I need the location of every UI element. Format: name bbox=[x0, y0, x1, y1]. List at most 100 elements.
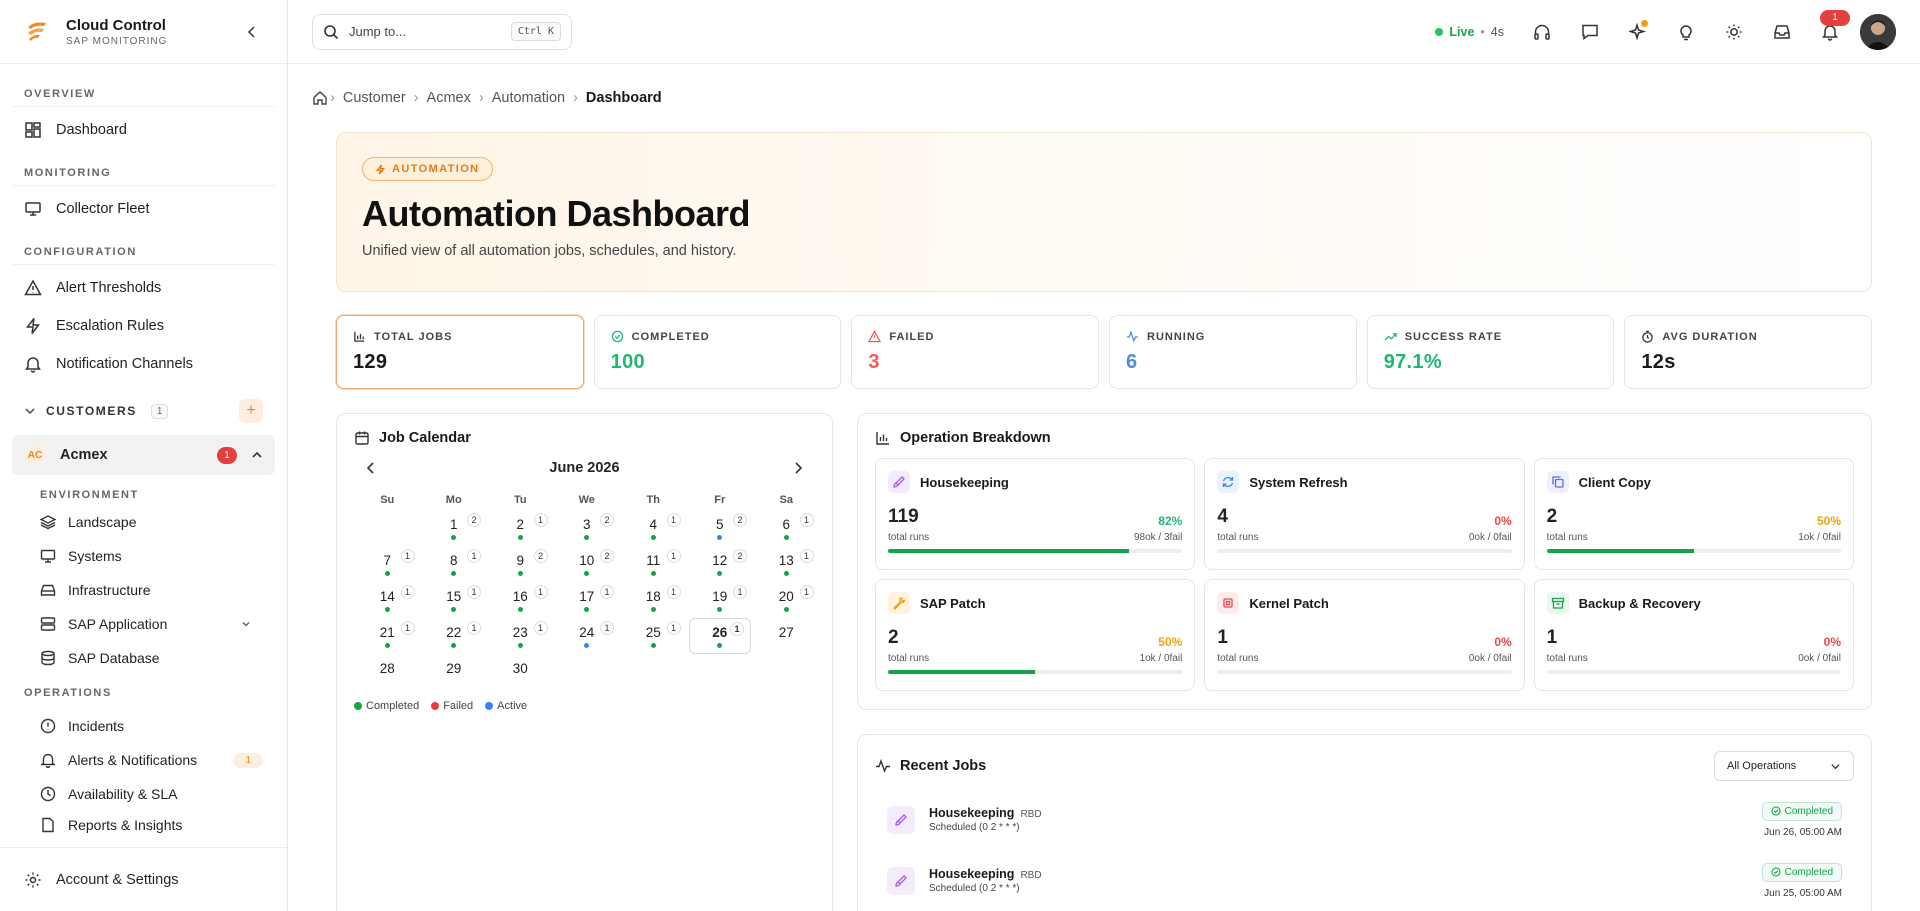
breadcrumb-customer[interactable]: Customer bbox=[343, 90, 406, 106]
inbox-button[interactable] bbox=[1758, 14, 1806, 50]
next-month-button[interactable] bbox=[791, 461, 805, 475]
stat-card-avg-duration[interactable]: AVG DURATION 12s bbox=[1624, 315, 1873, 389]
calendar-day[interactable]: 25 1 bbox=[620, 618, 687, 654]
sidebar-item-reports-insights[interactable]: Reports & Insights bbox=[12, 811, 275, 833]
operation-success-pct: 82% bbox=[1158, 514, 1183, 528]
calendar-day[interactable]: 12 bbox=[421, 510, 488, 546]
calendar-day[interactable]: 23 1 bbox=[487, 618, 554, 654]
job-name: Housekeeping bbox=[929, 806, 1015, 820]
stat-card-running[interactable]: RUNNING 6 bbox=[1109, 315, 1357, 389]
ai-assistant-button[interactable] bbox=[1614, 14, 1662, 50]
brand-name: Cloud Control bbox=[66, 16, 166, 34]
recent-job-row[interactable]: Housekeeping RBD Scheduled (0 2 * * *) Comp… bbox=[875, 842, 1854, 903]
messages-button[interactable] bbox=[1566, 14, 1614, 50]
support-button[interactable] bbox=[1518, 14, 1566, 50]
add-customer-button[interactable]: + bbox=[239, 399, 263, 423]
prev-month-button[interactable] bbox=[364, 461, 378, 475]
calendar-day[interactable]: 41 bbox=[620, 510, 687, 546]
calendar-day[interactable]: 10 2 bbox=[554, 546, 621, 582]
recent-jobs-label: Recent Jobs bbox=[900, 758, 987, 774]
calendar-day[interactable]: 11 1 bbox=[620, 546, 687, 582]
calendar-day[interactable]: 32 bbox=[554, 510, 621, 546]
calendar-day[interactable]: 17 1 bbox=[554, 582, 621, 618]
operation-count: 2 bbox=[1546, 506, 1558, 527]
calendar-day[interactable]: 30 bbox=[487, 654, 554, 690]
calendar-day[interactable]: 16 1 bbox=[487, 582, 554, 618]
calendar-day-today[interactable]: 26 1 bbox=[688, 618, 751, 654]
breadcrumb-automation[interactable]: Automation bbox=[492, 90, 565, 106]
calendar-day[interactable]: 61 bbox=[753, 510, 820, 546]
operation-filter-select[interactable]: All Operations bbox=[1714, 751, 1854, 781]
account-settings-button[interactable]: Account & Settings bbox=[0, 847, 287, 911]
sidebar-item-alert-thresholds[interactable]: Alert Thresholds bbox=[12, 269, 275, 307]
calendar-day[interactable]: 14 1 bbox=[354, 582, 421, 618]
calendar-day[interactable]: 28 bbox=[354, 654, 421, 690]
alerts-count-badge: 1 bbox=[233, 752, 263, 768]
user-avatar[interactable] bbox=[1860, 13, 1896, 50]
operation-card-kernel-patch[interactable]: Kernel Patch 1 0% total runs 0ok / 0fail bbox=[1204, 579, 1525, 691]
breadcrumb-current: Dashboard bbox=[585, 90, 662, 106]
bar-chart-icon bbox=[354, 331, 365, 342]
stat-card-failed[interactable]: FAILED 3 bbox=[851, 315, 1100, 389]
notifications-button[interactable]: 1 bbox=[1806, 9, 1854, 50]
calendar-day[interactable]: 22 1 bbox=[421, 618, 488, 654]
search-input[interactable]: Jump to... Ctrl K bbox=[312, 13, 572, 50]
calendar-day[interactable]: 24 1 bbox=[554, 618, 621, 654]
operation-card-system-refresh[interactable]: System Refresh 4 0% total runs 0ok / 0fail bbox=[1204, 458, 1525, 570]
operation-progress-fill bbox=[888, 549, 1130, 553]
calendar-day[interactable]: 71 bbox=[354, 546, 421, 582]
calendar-job-count: 1 bbox=[533, 621, 548, 635]
calendar-day-number: 19 bbox=[712, 588, 728, 604]
job-system-tag: RBD bbox=[1020, 809, 1042, 820]
sidebar-item-sap-application[interactable]: SAP Application bbox=[12, 607, 275, 641]
calendar-day[interactable]: 27 bbox=[753, 618, 820, 654]
home-icon[interactable] bbox=[312, 90, 328, 106]
sidebar-item-alerts-notifications[interactable]: Alerts & Notifications 1 bbox=[12, 743, 275, 777]
calendar-day[interactable]: 21 1 bbox=[354, 618, 421, 654]
breadcrumb-acmex[interactable]: Acmex bbox=[427, 90, 471, 106]
calendar-day[interactable]: 92 bbox=[487, 546, 554, 582]
customer-item-acmex[interactable]: AC Acmex 1 bbox=[12, 435, 275, 475]
operation-card-housekeeping[interactable]: Housekeeping 119 82% total runs 98ok / 3fail bbox=[875, 458, 1196, 570]
calendar-day[interactable]: 20 1 bbox=[753, 582, 820, 618]
calendar-day[interactable]: 13 1 bbox=[753, 546, 820, 582]
operation-card-backup-recovery[interactable]: Backup & Recovery 1 0% total runs 0ok / 0fai… bbox=[1533, 579, 1854, 691]
recent-job-row[interactable]: Housekeeping RBD Scheduled (0 2 * * *) Comp… bbox=[875, 781, 1854, 842]
theme-toggle-button[interactable] bbox=[1710, 14, 1758, 50]
tips-button[interactable] bbox=[1662, 14, 1710, 50]
calendar-day[interactable]: 19 1 bbox=[687, 582, 754, 618]
collapse-sidebar-button[interactable] bbox=[241, 21, 263, 43]
sidebar-item-collector-fleet[interactable]: Collector Fleet bbox=[12, 190, 275, 228]
calendar-day[interactable]: 21 bbox=[487, 510, 554, 546]
status-dot bbox=[650, 570, 656, 576]
calendar-day[interactable]: 29 bbox=[421, 654, 488, 690]
stat-card-success-rate[interactable]: SUCCESS RATE 97.1% bbox=[1366, 315, 1615, 389]
stat-card-total-jobs[interactable]: TOTAL JOBS 129 bbox=[336, 315, 584, 389]
calendar-day[interactable]: 81 bbox=[421, 546, 488, 582]
sidebar-item-escalation-rules[interactable]: Escalation Rules bbox=[12, 307, 275, 345]
job-status-badge: Completed bbox=[1761, 801, 1842, 821]
calendar-day[interactable]: 52 bbox=[687, 510, 754, 546]
sidebar-item-incidents[interactable]: Incidents bbox=[12, 709, 275, 743]
stat-label-text: FAILED bbox=[889, 330, 935, 343]
operation-grid: Housekeeping 119 82% total runs 98ok / 3fail… bbox=[875, 458, 1854, 691]
weekday-label: Sa bbox=[779, 494, 793, 506]
sidebar-item-infrastructure[interactable]: Infrastructure bbox=[12, 573, 275, 607]
operation-card-client-copy[interactable]: Client Copy 2 50% total runs 1ok / 0fail bbox=[1533, 458, 1854, 570]
calendar-day[interactable]: 15 1 bbox=[421, 582, 488, 618]
sidebar-item-availability-sla[interactable]: Availability & SLA bbox=[12, 777, 275, 811]
sidebar-item-sap-database[interactable]: SAP Database bbox=[12, 641, 275, 675]
calendar-blank bbox=[354, 510, 421, 546]
operation-card-sap-patch[interactable]: SAP Patch 2 50% total runs 1ok / 0fail bbox=[875, 579, 1196, 691]
sidebar-item-landscape[interactable]: Landscape bbox=[12, 505, 275, 539]
sidebar-item-systems[interactable]: Systems bbox=[12, 539, 275, 573]
weekday-header: Su Mo Tu We Th Fr Sa bbox=[354, 494, 815, 506]
calendar-day[interactable]: 12 2 bbox=[687, 546, 754, 582]
sidebar-item-notification-channels[interactable]: Notification Channels bbox=[12, 345, 275, 383]
stat-card-completed[interactable]: COMPLETED 100 bbox=[593, 315, 842, 389]
customers-section-header[interactable]: CUSTOMERS 1 + bbox=[12, 393, 275, 429]
calendar-day[interactable]: 18 1 bbox=[620, 582, 687, 618]
sidebar-item-dashboard[interactable]: Dashboard bbox=[12, 111, 275, 149]
grid-icon bbox=[25, 122, 41, 138]
calendar-status-dots bbox=[451, 642, 457, 648]
